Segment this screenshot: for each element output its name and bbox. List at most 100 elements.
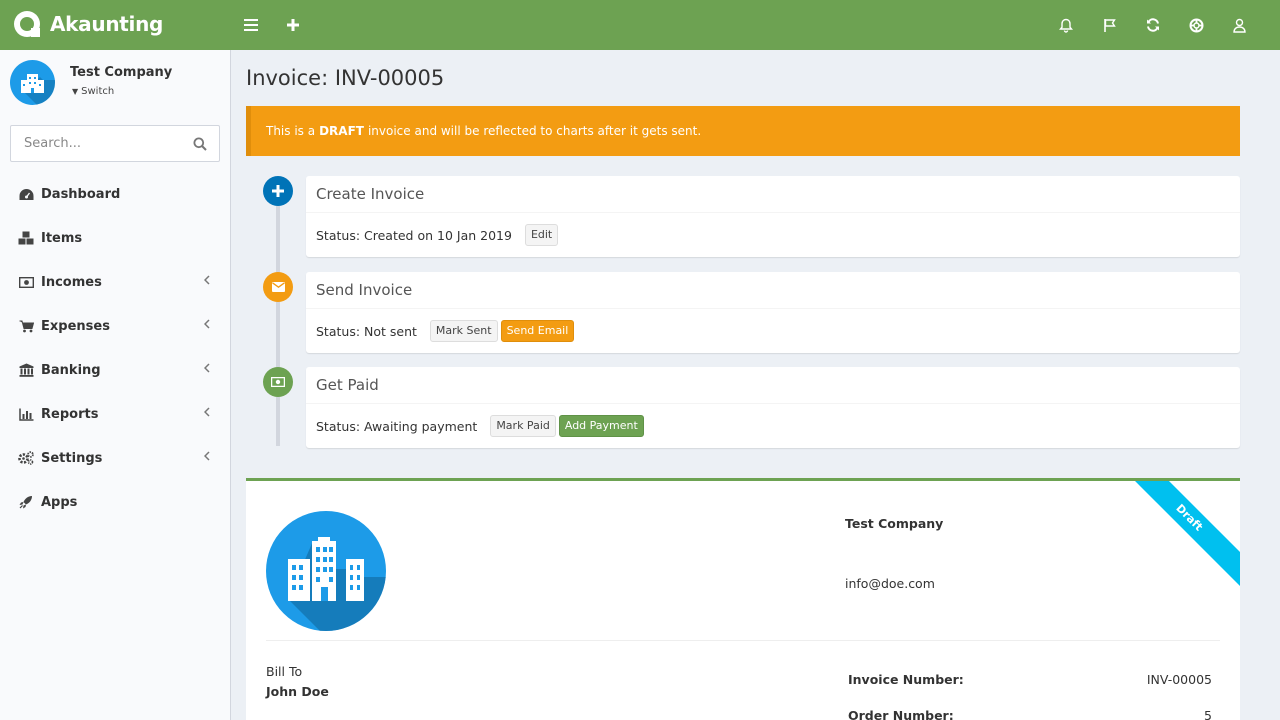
sidebar-item-incomes[interactable]: Incomes (0, 260, 230, 304)
mark-sent-button[interactable]: Mark Sent (429, 320, 498, 342)
sidebar-item-label: Expenses (41, 318, 110, 334)
edit-button[interactable]: Edit (524, 224, 559, 246)
app-name: Akaunting (50, 12, 164, 36)
hamburger-icon (244, 19, 258, 31)
invoice-box: Test Company info@doe.com Draft Bill To … (246, 478, 1240, 720)
company-avatar (10, 60, 55, 105)
tasks-button[interactable] (1098, 13, 1122, 37)
invoice-number-label: Invoice Number: (848, 672, 964, 687)
bill-to-label: Bill To (266, 664, 303, 679)
sidebar-item-label: Incomes (41, 274, 102, 290)
gears-icon (18, 450, 34, 466)
timeline-step-get-paid: Get Paid Status: Awaiting payment Mark P… (306, 367, 1240, 448)
mark-paid-button[interactable]: Mark Paid (490, 415, 556, 437)
invoice-company-email: info@doe.com (845, 576, 935, 591)
dashboard-icon (18, 186, 34, 202)
order-number-value: 5 (1204, 708, 1212, 720)
akaunting-logo-icon (14, 11, 40, 37)
step-body: Status: Created on 10 Jan 2019 Edit (306, 213, 1240, 257)
bar-chart-icon (18, 406, 34, 422)
money-icon (271, 377, 285, 387)
invoice-number-value: INV-00005 (1146, 672, 1212, 687)
company-panel: Test Company ▼ Switch (10, 60, 220, 110)
cart-icon (18, 318, 34, 334)
invoice-divider (266, 640, 1220, 641)
chevron-left-icon (204, 319, 210, 329)
company-logo (266, 511, 386, 631)
quick-add-button[interactable] (281, 13, 305, 37)
main-content: Invoice: INV-00005 This is a DRAFT invoi… (231, 50, 1280, 720)
sidebar: Test Company ▼Switch Dashboard Items Inc… (0, 50, 231, 720)
timeline-line (276, 190, 280, 446)
alert-suffix: invoice and will be reflected to charts … (367, 124, 702, 138)
draft-ribbon: Draft (1120, 481, 1240, 587)
step-status: Status: Awaiting payment (316, 418, 478, 434)
sidebar-item-settings[interactable]: Settings (0, 436, 230, 480)
updates-button[interactable] (1141, 13, 1165, 37)
alert-prefix: This is a (266, 124, 316, 138)
rocket-icon (18, 494, 34, 510)
sidebar-item-dashboard[interactable]: Dashboard (0, 172, 230, 216)
sidebar-item-label: Items (41, 230, 83, 246)
company-switch-link[interactable]: ▼ Switch (72, 86, 114, 97)
timeline-step-icon (263, 367, 293, 397)
sidebar-item-label: Settings (41, 450, 103, 466)
flag-icon (1104, 18, 1116, 32)
alert-strong: DRAFT (319, 124, 364, 138)
sidebar-item-label: Dashboard (41, 186, 121, 202)
sidebar-toggle-button[interactable] (239, 13, 263, 37)
help-button[interactable] (1184, 13, 1208, 37)
company-switch-label: Switch (81, 86, 115, 97)
app-logo[interactable]: Akaunting (14, 11, 163, 37)
chevron-left-icon (204, 363, 210, 373)
plus-icon (272, 185, 284, 197)
caret-down-icon: ▼ (72, 87, 79, 96)
life-ring-icon (1189, 18, 1203, 32)
step-body: Status: Not sent Mark Sent Send Email (306, 309, 1240, 353)
top-navbar: Akaunting (0, 0, 1280, 50)
chevron-left-icon (204, 275, 210, 285)
user-icon (1232, 18, 1246, 33)
user-menu-button[interactable] (1227, 13, 1251, 37)
search-box (10, 125, 220, 162)
customer-name: John Doe (266, 684, 329, 699)
invoice-company-name: Test Company (845, 516, 944, 531)
envelope-icon (271, 282, 285, 292)
sidebar-item-reports[interactable]: Reports (0, 392, 230, 436)
notifications-button[interactable] (1054, 13, 1078, 37)
timeline-step-icon (263, 176, 293, 206)
sidebar-item-apps[interactable]: Apps (0, 480, 230, 524)
step-title: Get Paid (306, 367, 1240, 404)
step-title: Create Invoice (306, 176, 1240, 213)
step-body: Status: Awaiting payment Mark Paid Add P… (306, 404, 1240, 448)
bell-icon (1059, 18, 1073, 33)
money-icon (18, 274, 34, 290)
sidebar-item-label: Banking (41, 362, 101, 378)
sidebar-item-expenses[interactable]: Expenses (0, 304, 230, 348)
sidebar-item-banking[interactable]: Banking (0, 348, 230, 392)
building-icon (21, 74, 55, 105)
page-title: Invoice: INV-00005 (246, 66, 445, 90)
add-payment-button[interactable]: Add Payment (558, 415, 644, 437)
building-icon (288, 537, 386, 631)
timeline-step-create-invoice: Create Invoice Status: Created on 10 Jan… (306, 176, 1240, 257)
sidebar-item-label: Apps (41, 494, 78, 510)
search-icon[interactable] (193, 137, 207, 151)
step-status: Status: Not sent (316, 323, 417, 339)
sidebar-item-label: Reports (41, 406, 99, 422)
chevron-left-icon (204, 407, 210, 417)
sidebar-menu: Dashboard Items Incomes Expenses Banking… (0, 172, 230, 524)
step-status: Status: Created on 10 Jan 2019 (316, 227, 512, 243)
cubes-icon (18, 230, 34, 246)
search-input[interactable] (11, 126, 186, 161)
refresh-icon (1147, 18, 1159, 32)
sidebar-item-items[interactable]: Items (0, 216, 230, 260)
send-email-button[interactable]: Send Email (500, 320, 575, 342)
company-name: Test Company (70, 65, 173, 80)
plus-icon (287, 19, 299, 31)
bank-icon (18, 362, 34, 378)
timeline-step-send-invoice: Send Invoice Status: Not sent Mark Sent … (306, 272, 1240, 353)
order-number-label: Order Number: (848, 708, 954, 720)
step-title: Send Invoice (306, 272, 1240, 309)
timeline-step-icon (263, 272, 293, 302)
